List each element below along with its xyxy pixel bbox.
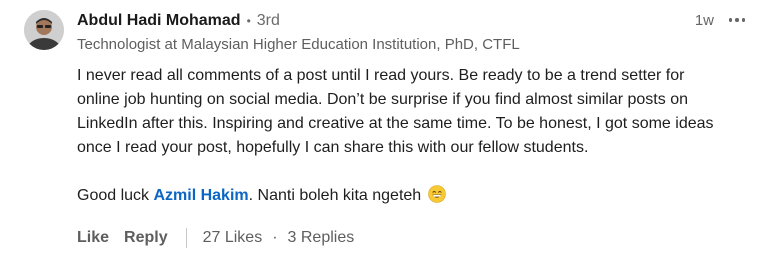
comment-avatar[interactable] <box>24 10 64 50</box>
more-horizontal-icon-dot <box>735 18 739 22</box>
paragraph-2-prefix: Good luck <box>77 187 154 204</box>
comment-header: Abdul Hadi Mohamad • 3rd <box>77 12 280 30</box>
reply-button[interactable]: Reply <box>124 229 168 247</box>
paragraph-2-suffix: . Nanti boleh kita ngeteh <box>248 187 422 204</box>
likes-count[interactable]: 27 Likes <box>203 229 263 247</box>
more-horizontal-icon <box>728 18 733 22</box>
mention-link[interactable]: Azmil Hakim <box>153 187 248 204</box>
more-options-button[interactable] <box>724 8 750 32</box>
counts-separator: · <box>272 229 278 246</box>
grinning-face-icon <box>427 185 446 203</box>
like-button[interactable]: Like <box>77 229 109 247</box>
actions-divider <box>185 228 187 248</box>
degree-separator: • <box>246 14 251 28</box>
comment-paragraph-1: I never read all comments of a post unti… <box>77 67 714 156</box>
author-name[interactable]: Abdul Hadi Mohamad <box>77 12 241 30</box>
replies-count[interactable]: 3 Replies <box>288 229 355 247</box>
comment-timestamp: 1w <box>694 12 714 29</box>
more-horizontal-icon-dot <box>741 18 746 22</box>
comment-body: I never read all comments of a post unti… <box>77 64 717 208</box>
connection-degree: 3rd <box>256 12 280 29</box>
avatar-image <box>24 10 64 50</box>
comment-paragraph-2: Good luck Azmil Hakim. Nanti boleh kita … <box>77 184 717 208</box>
author-headline: Technologist at Malaysian Higher Educati… <box>77 36 520 53</box>
comment-actions: Like Reply 27 Likes · 3 Replies <box>77 228 354 248</box>
